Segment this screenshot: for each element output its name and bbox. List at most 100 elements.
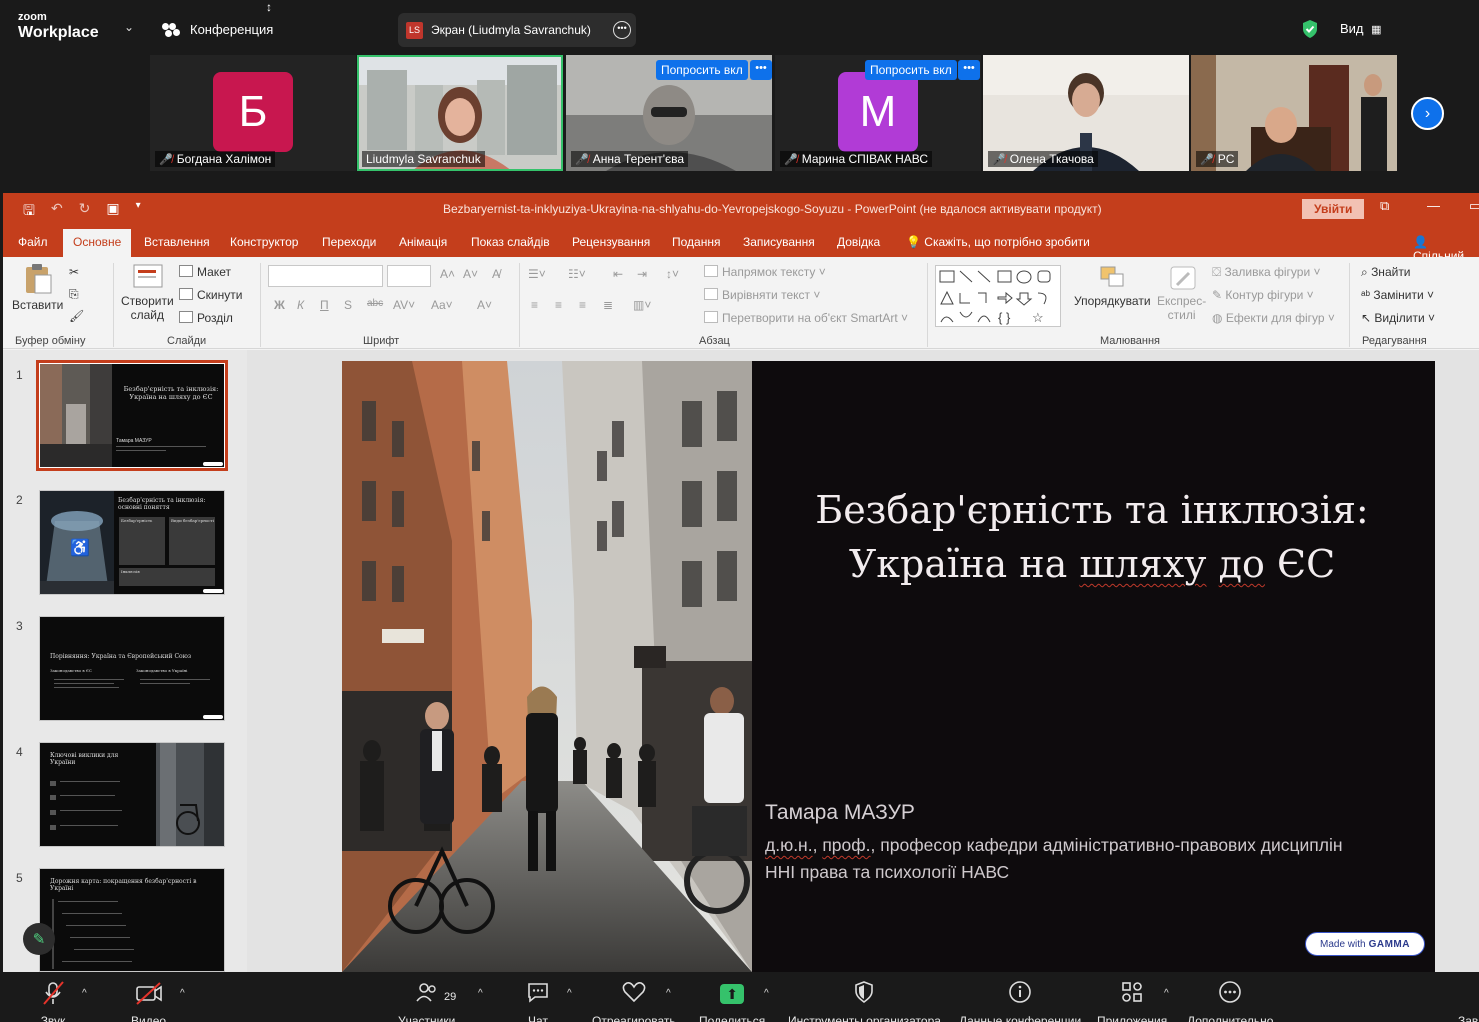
chat-caret[interactable]: ^ (567, 988, 572, 999)
font-color-icon[interactable]: A˅ (477, 298, 492, 312)
ask-to-unmute-button[interactable]: Попросить вкл (865, 60, 957, 80)
tab-transitions[interactable]: Переходи (322, 235, 376, 249)
participant-tile[interactable]: Б 🎤̸ Богдана Халімон (150, 55, 356, 171)
made-with-gamma-badge[interactable]: Made with GAMMA (1305, 932, 1425, 956)
tab-help[interactable]: Довідка (837, 235, 880, 249)
clear-formatting-icon[interactable]: A̸ (492, 267, 500, 281)
share-screen-button[interactable]: ⬆ Поделиться (699, 980, 765, 1022)
tab-animations[interactable]: Анімація (399, 235, 447, 249)
current-slide[interactable]: Безбар'єрність та інклюзія: Україна на ш… (342, 361, 1435, 972)
more-options-icon[interactable]: ••• (750, 60, 772, 80)
audio-options-caret[interactable]: ^ (82, 988, 87, 999)
replace-button[interactable]: ᵃᵇ Замінити ˅ (1361, 288, 1434, 302)
slide-thumbnail-1[interactable]: Безбар'єрність та інклюзія: Україна на ш… (36, 360, 228, 471)
security-shield-icon[interactable] (1301, 19, 1319, 39)
audio-button[interactable]: Звук (40, 980, 66, 1022)
align-center-icon[interactable]: ≡ (555, 298, 562, 312)
justify-icon[interactable]: ≣ (603, 298, 613, 312)
tab-slideshow[interactable]: Показ слайдів (471, 235, 550, 249)
new-slide-button[interactable]: Створити слайд (121, 263, 174, 322)
find-button[interactable]: ⌕ Знайти (1361, 265, 1411, 280)
bullets-icon[interactable]: ☰˅ (528, 267, 546, 281)
redo-icon[interactable]: ↻ (79, 200, 91, 224)
change-case-icon[interactable]: Aa˅ (431, 298, 453, 312)
paste-button[interactable]: Вставити (12, 263, 63, 312)
increase-indent-icon[interactable]: ⇥ (637, 267, 647, 281)
shadow-icon[interactable]: S (344, 298, 352, 312)
font-name-combo[interactable] (268, 265, 383, 287)
end-meeting-button[interactable]: Зав (1458, 980, 1478, 1022)
participant-tile[interactable]: Попросить вкл ••• 🎤̸ Анна Терент'єва (566, 55, 772, 171)
more-options-icon[interactable]: ••• (613, 21, 631, 39)
slide-thumbnail-3[interactable]: Порівняння: Україна та Європейський Союз… (39, 616, 225, 721)
reset-button[interactable]: Скинути (179, 288, 242, 302)
conference-menu[interactable]: Конференция (162, 22, 273, 37)
slide-author-description[interactable]: д.ю.н., проф., професор кафедри адмініст… (765, 832, 1405, 886)
video-options-caret[interactable]: ^ (180, 988, 185, 999)
italic-icon[interactable]: К (297, 298, 304, 312)
bold-icon[interactable]: Ж (274, 298, 285, 312)
more-options-icon[interactable]: ••• (958, 60, 980, 80)
align-left-icon[interactable]: ≡ (531, 298, 538, 312)
slide-title[interactable]: Безбар'єрність та інклюзія: Україна на ш… (797, 483, 1387, 591)
annotate-button[interactable]: ✎ (23, 923, 55, 955)
react-button[interactable]: Отреагировать (592, 980, 676, 1022)
participant-tile-active-speaker[interactable]: Liudmyla Savranchuk (357, 55, 563, 171)
cut-icon[interactable]: ✂ (69, 265, 79, 279)
view-menu[interactable]: Вид ▦ (1340, 21, 1382, 36)
zoom-logo[interactable]: zoom Workplace (18, 12, 99, 41)
decrease-font-icon[interactable]: A˅ (463, 267, 478, 281)
tab-review[interactable]: Рецензування (572, 235, 650, 249)
tell-me-search[interactable]: 💡 Скажіть, що потрібно зробити (906, 235, 1090, 249)
tab-view[interactable]: Подання (672, 235, 720, 249)
participant-tile[interactable]: 🎤̸ PC (1191, 55, 1397, 171)
participants-button[interactable]: 29 Участники (398, 980, 456, 1022)
meeting-info-button[interactable]: Данные конференции (959, 980, 1081, 1022)
columns-icon[interactable]: ▥˅ (633, 298, 651, 312)
layout-button[interactable]: Макет (179, 265, 231, 279)
font-size-combo[interactable] (387, 265, 431, 287)
format-painter-icon[interactable]: 🖌 (69, 309, 84, 323)
tab-recording[interactable]: Записування (743, 235, 815, 249)
decrease-indent-icon[interactable]: ⇤ (613, 267, 623, 281)
strikethrough-icon[interactable]: abc (367, 298, 383, 309)
ask-to-unmute-button[interactable]: Попросить вкл (656, 60, 748, 80)
text-direction-button[interactable]: Напрямок тексту ˅ (704, 265, 826, 279)
apps-caret[interactable]: ^ (1164, 988, 1169, 999)
section-button[interactable]: Розділ (179, 311, 233, 325)
undo-icon[interactable]: ↶ (51, 200, 63, 224)
participant-tile[interactable]: М Попросить вкл ••• 🎤̸ Марина СПІВАК НАВС (775, 55, 981, 171)
align-right-icon[interactable]: ≡ (579, 298, 586, 312)
more-button[interactable]: Дополнительно (1187, 980, 1273, 1022)
screen-share-indicator[interactable]: LS Экран (Liudmyla Savranchuk) ••• (398, 13, 636, 47)
slide-thumbnail-2[interactable]: ♿ Безбар'єрність та інклюзія: основні по… (39, 490, 225, 595)
quick-styles-button[interactable]: Експрес- стилі (1157, 265, 1206, 322)
save-icon[interactable]: 🖫 (23, 200, 35, 224)
increase-font-icon[interactable]: A˄ (440, 267, 455, 281)
copy-icon[interactable]: ⎘ (69, 287, 79, 302)
numbering-icon[interactable]: ☷˅ (568, 267, 586, 281)
tab-home[interactable]: Основне (63, 229, 132, 257)
slide-thumbnail-4[interactable]: Ключові виклики для України (39, 742, 225, 847)
maximize-icon[interactable]: ▭ (1469, 198, 1479, 214)
sign-in-button[interactable]: Увійти (1302, 199, 1365, 219)
slide-author[interactable]: Тамара МАЗУР (765, 801, 915, 825)
char-spacing-icon[interactable]: AV˅ (393, 298, 415, 312)
arrange-button[interactable]: Упорядкувати (1074, 265, 1151, 308)
video-button[interactable]: Видео (131, 980, 166, 1022)
shapes-gallery[interactable]: { } ☆ (935, 265, 1061, 327)
shape-effects-button[interactable]: ◍ Ефекти для фігур ˅ (1212, 311, 1335, 325)
customize-qat-icon[interactable]: ▾ (136, 200, 141, 224)
chat-button[interactable]: Чат (526, 980, 550, 1022)
participants-caret[interactable]: ^ (478, 988, 483, 999)
line-spacing-icon[interactable]: ↕˅ (666, 267, 679, 281)
host-tools-button[interactable]: Инструменты организатора (788, 980, 941, 1022)
share-caret[interactable]: ^ (764, 988, 769, 999)
slideshow-icon[interactable]: ▣ (106, 200, 119, 224)
apps-button[interactable]: Приложения (1097, 980, 1167, 1022)
shape-outline-button[interactable]: ✎ Контур фігури ˅ (1212, 288, 1314, 302)
ribbon-display-icon[interactable]: ⧉ (1380, 198, 1389, 214)
shape-fill-button[interactable]: ⛋ Заливка фігури ˅ (1212, 265, 1321, 280)
tab-design[interactable]: Конструктор (230, 235, 298, 249)
tab-file[interactable]: Файл (18, 235, 48, 249)
